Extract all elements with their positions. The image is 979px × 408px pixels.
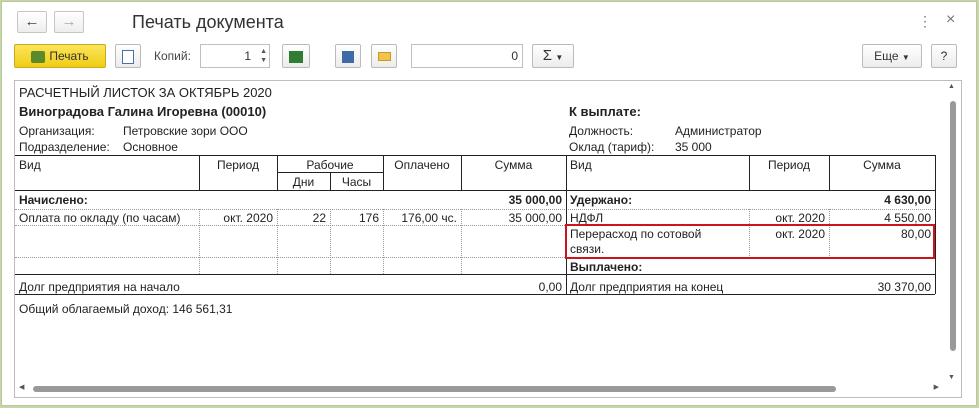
- accrual-sum: 35 000,00: [508, 211, 562, 225]
- print-document-window: ← → Печать документа ⋮ × Печать Копий: 1…: [1, 1, 977, 406]
- dept-label: Подразделение:: [19, 140, 110, 154]
- col-header-hours: Часы: [341, 175, 372, 189]
- employee-name: Виноградова Галина Игоревна (00010): [19, 104, 267, 119]
- col-header-work: Рабочие: [306, 158, 354, 172]
- window-title: Печать документа: [132, 12, 284, 32]
- more-button[interactable]: Еще ▼: [862, 44, 922, 68]
- dropdown-arrow-icon: ▼: [555, 53, 564, 62]
- help-button[interactable]: ?: [931, 44, 957, 68]
- stepper-icon[interactable]: ▲ ▼: [260, 47, 267, 65]
- vertical-scrollbar[interactable]: ▲ ▼: [947, 81, 959, 397]
- arrow-left-icon: ←: [24, 13, 40, 30]
- printer-icon: [31, 50, 46, 63]
- salary-label: Оклад (тариф):: [569, 140, 655, 154]
- envelope-icon: [377, 52, 391, 62]
- to-pay-label: К выплате:: [569, 104, 641, 119]
- title-bar: ← → Печать документа ⋮ ×: [2, 2, 976, 40]
- accrual-period: окт. 2020: [223, 211, 273, 225]
- dept-value: Основное: [123, 140, 178, 154]
- col-header-paid: Оплачено: [394, 158, 450, 172]
- scroll-left-icon[interactable]: ◀: [19, 383, 24, 391]
- col-header-vid-withheld: Вид: [570, 158, 592, 172]
- withhold-vid: НДФЛ: [570, 211, 604, 225]
- copies-input[interactable]: 1 ▲ ▼: [200, 44, 270, 68]
- scroll-thumb[interactable]: [950, 101, 956, 351]
- table-divider-line: [15, 274, 935, 275]
- position-value: Администратор: [675, 124, 762, 138]
- magnifier-page-icon: [122, 49, 134, 64]
- debt-end-value: 30 370,00: [877, 280, 931, 294]
- edit-table-icon: [289, 50, 303, 63]
- col-header-sum: Сумма: [494, 158, 533, 172]
- accrued-total: 35 000,00: [508, 193, 562, 207]
- col-line: [935, 155, 936, 294]
- save-button[interactable]: [335, 44, 361, 68]
- col-header-sum-withheld: Сумма: [863, 158, 901, 172]
- sum-menu-button[interactable]: Σ ▼: [532, 44, 574, 68]
- withhold-sum: 4 550,00: [884, 211, 931, 225]
- position-label: Должность:: [569, 124, 634, 138]
- print-button[interactable]: Печать: [14, 44, 106, 68]
- withheld-label: Удержано:: [570, 193, 633, 207]
- paid-out-label: Выплачено:: [570, 260, 643, 274]
- salary-value: 35 000: [675, 140, 712, 154]
- accrual-paid: 176,00 чс.: [401, 211, 457, 225]
- org-value: Петровские зори ООО: [123, 124, 248, 138]
- accrual-vid: Оплата по окладу (по часам): [19, 211, 181, 225]
- preview-button[interactable]: [115, 44, 141, 68]
- arrow-right-icon: →: [61, 13, 77, 30]
- edit-button[interactable]: [282, 44, 310, 68]
- close-icon[interactable]: ×: [946, 11, 955, 29]
- table-bottom-line: [15, 294, 935, 295]
- document-title: РАСЧЕТНЫЙ ЛИСТОК ЗА ОКТЯБРЬ 2020: [19, 85, 272, 100]
- toolbar: Печать Копий: 1 ▲ ▼ 0 Σ ▼ Еще ▼ ?: [2, 44, 976, 72]
- row-line: [15, 209, 935, 210]
- header-bottom-line: [15, 190, 935, 191]
- accrual-hours: 176: [358, 211, 379, 225]
- highlight-frame: [565, 224, 935, 259]
- debt-start-value: 0,00: [538, 280, 562, 294]
- col-header-vid: Вид: [19, 158, 41, 172]
- copies-label: Копий:: [154, 49, 191, 63]
- org-label: Организация:: [19, 124, 95, 138]
- more-vert-icon[interactable]: ⋮: [918, 13, 932, 30]
- scroll-up-icon[interactable]: ▲: [948, 83, 955, 90]
- sum-field[interactable]: 0: [411, 44, 523, 68]
- horizontal-scrollbar[interactable]: ◀ ▶: [15, 383, 961, 395]
- col-header-period: Период: [216, 158, 260, 172]
- forward-button[interactable]: →: [54, 11, 84, 33]
- accrued-label: Начислено:: [19, 193, 88, 207]
- email-button[interactable]: [371, 44, 397, 68]
- debt-start-label: Долг предприятия на начало: [19, 280, 180, 294]
- floppy-disk-icon: [342, 50, 354, 63]
- scroll-thumb[interactable]: [33, 386, 836, 392]
- taxable-income: Общий облагаемый доход: 146 561,31: [19, 302, 233, 316]
- col-header-period-withheld: Период: [767, 158, 811, 172]
- withheld-total: 4 630,00: [884, 193, 931, 207]
- accrual-days: 22: [312, 211, 326, 225]
- spreadsheet-document[interactable]: РАСЧЕТНЫЙ ЛИСТОК ЗА ОКТЯБРЬ 2020 Виногра…: [14, 80, 962, 398]
- debt-end-label: Долг предприятия на конец: [570, 280, 724, 294]
- sigma-icon: Σ: [542, 47, 552, 64]
- table-top-line: [15, 155, 935, 156]
- dropdown-arrow-icon: ▼: [901, 53, 910, 62]
- back-button[interactable]: ←: [17, 11, 47, 33]
- withhold-period: окт. 2020: [775, 211, 825, 225]
- scroll-down-icon[interactable]: ▼: [948, 374, 955, 381]
- col-header-days: Дни: [292, 175, 315, 189]
- scroll-right-icon[interactable]: ▶: [934, 383, 939, 391]
